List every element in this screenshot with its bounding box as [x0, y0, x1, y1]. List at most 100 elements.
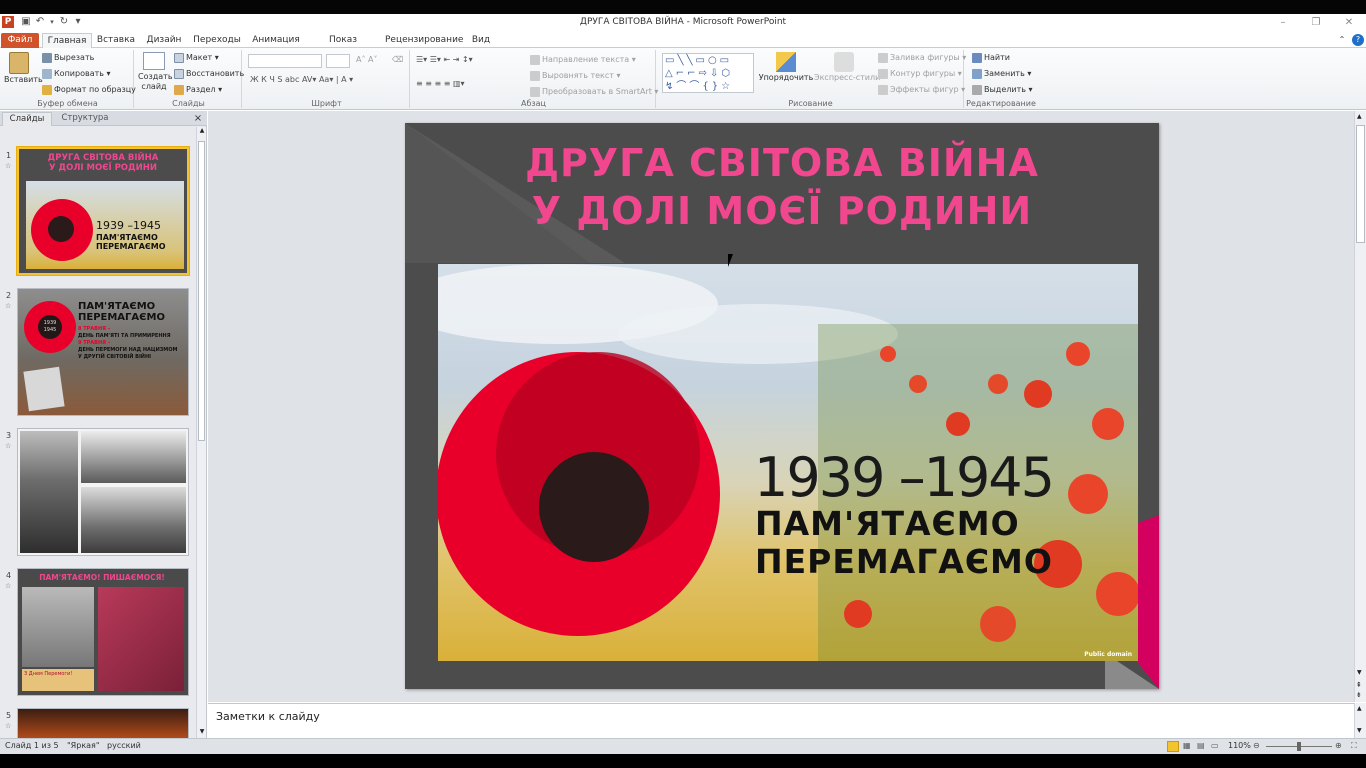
help-icon[interactable]: ?	[1352, 34, 1364, 46]
scroll-down-icon[interactable]: ▼	[1357, 669, 1362, 676]
format-painter-button[interactable]: Формат по образцу	[42, 84, 136, 96]
copy-button[interactable]: Копировать ▾	[42, 68, 111, 80]
top-black-bar	[0, 0, 1366, 14]
list-icons[interactable]: ☰▾ ☰▾ ⇤ ⇥ ↕▾	[416, 54, 473, 66]
reset-button[interactable]: Восстановить	[174, 68, 244, 80]
scroll-down-icon[interactable]: ▼	[198, 728, 206, 738]
zoom-slider-thumb[interactable]	[1297, 742, 1301, 751]
slide-thumbnail-4[interactable]: ПАМ'ЯТАЄМО! ПИШАЄМОСЯ! З Днем Перемоги!	[17, 568, 189, 696]
tab-animation[interactable]: Анимация	[250, 33, 302, 48]
notes-scrollbar[interactable]: ▲ ▼	[1354, 703, 1366, 738]
slide-sorter-icon[interactable]: ▦	[1183, 741, 1191, 750]
slide-thumbnail-2[interactable]: 1939 1945 ПАМ'ЯТАЄМО ПЕРЕМАГАЄМО 8 ТРАВНЯ…	[17, 288, 189, 416]
tab-file[interactable]: Файл	[1, 33, 39, 48]
slide-canvas[interactable]: ДРУГА СВІТОВА ВІЙНА У ДОЛІ МОЄЇ РОДИНИ 1…	[405, 123, 1159, 689]
arrange-button[interactable]: Упорядочить	[758, 52, 814, 84]
slide-editing-area: ДРУГА СВІТОВА ВІЙНА У ДОЛІ МОЄЇ РОДИНИ 1…	[208, 111, 1354, 702]
section-label: Раздел	[186, 85, 216, 94]
next-slide-icon[interactable]: ⇟	[1356, 691, 1362, 699]
smartart-icon	[530, 86, 540, 97]
find-button[interactable]: Найти	[972, 52, 1010, 64]
tab-review[interactable]: Рецензирование	[385, 33, 463, 48]
tab-view[interactable]: Вид	[469, 33, 493, 48]
normal-view-icon[interactable]	[1167, 741, 1179, 752]
thumb4-title: ПАМ'ЯТАЄМО! ПИШАЄМОСЯ!	[39, 573, 165, 582]
tab-design[interactable]: Дизайн	[143, 33, 185, 48]
cut-button[interactable]: Вырезать	[42, 52, 94, 64]
paste-button[interactable]: Вставить	[4, 52, 43, 86]
slide-title-line1[interactable]: ДРУГА СВІТОВА ВІЙНА	[405, 141, 1159, 185]
align-icons[interactable]: ≡ ≡ ≡ ≡ ▥▾	[416, 78, 465, 90]
title-bar: P ▣ ↶ ▾ ↻ ▾ ДРУГА СВІТОВА ВІЙНА - Micros…	[0, 14, 1366, 32]
shape-outline-button[interactable]: Контур фигуры ▾	[878, 68, 962, 80]
shape-effects-button[interactable]: Эффекты фигур ▾	[878, 84, 965, 96]
slide-title-line2[interactable]: У ДОЛІ МОЄЇ РОДИНИ	[405, 189, 1159, 233]
prev-slide-icon[interactable]: ⇞	[1356, 681, 1362, 689]
close-panel-icon[interactable]: ×	[192, 112, 204, 126]
minimize-ribbon-icon[interactable]: ⌃	[1336, 33, 1348, 48]
find-label: Найти	[984, 53, 1010, 62]
scroll-thumb[interactable]	[1356, 125, 1365, 243]
slide-vertical-scrollbar[interactable]: ▲ ▼ ⇞ ⇟	[1354, 111, 1366, 702]
outline-icon	[878, 68, 888, 79]
slide-thumbnail-3[interactable]	[17, 428, 189, 556]
thumb3-war-photo-1	[81, 431, 186, 483]
clear-format-icon[interactable]: ⌫	[392, 54, 403, 66]
font-format-icons[interactable]: Ж К Ч S abc AV▾ Aa▾ | A ▾	[250, 74, 353, 86]
slides-panel-scrollbar[interactable]: ▲ ▼	[196, 127, 206, 738]
group-slides: Создать слайд Макет ▾ Восстановить Разде…	[136, 50, 244, 108]
arrange-icon	[776, 52, 796, 72]
layout-button[interactable]: Макет ▾	[174, 52, 219, 64]
scroll-down-icon[interactable]: ▼	[1357, 727, 1362, 734]
slide-slogan-line2[interactable]: ПЕРЕМАГАЄМО	[755, 542, 1053, 581]
smartart-button[interactable]: Преобразовать в SmartArt ▾	[530, 86, 658, 98]
replace-button[interactable]: Заменить ▾	[972, 68, 1031, 80]
slide-number: 5	[6, 711, 12, 720]
notes-placeholder[interactable]: Заметки к слайду	[216, 710, 320, 723]
slide-slogan-line1[interactable]: ПАМ'ЯТАЄМО	[755, 504, 1020, 543]
scroll-thumb[interactable]	[198, 141, 205, 441]
align-text-button[interactable]: Выровнять текст ▾	[530, 70, 621, 82]
scroll-up-icon[interactable]: ▲	[1357, 705, 1362, 712]
paste-label: Вставить	[4, 75, 43, 84]
tab-home[interactable]: Главная	[42, 33, 92, 49]
ribbon-tabs: Файл Главная Вставка Дизайн Переходы Ани…	[0, 32, 1366, 59]
select-button[interactable]: Выделить ▾	[972, 84, 1033, 96]
grow-font-icon[interactable]: A˄ A˅	[356, 54, 378, 66]
tab-insert[interactable]: Вставка	[96, 33, 136, 48]
tab-slides[interactable]: Слайды	[2, 112, 52, 126]
align-text-label: Выровнять текст	[542, 71, 614, 80]
zoom-level[interactable]: 110%	[1228, 741, 1251, 750]
tab-slideshow[interactable]: Показ слайдов	[309, 33, 377, 59]
reading-view-icon[interactable]: ▤	[1197, 741, 1205, 750]
tab-transitions[interactable]: Переходы	[193, 33, 241, 48]
section-button[interactable]: Раздел ▾	[174, 84, 222, 96]
minimize-button[interactable]: –	[1268, 16, 1298, 30]
scroll-up-icon[interactable]: ▲	[198, 127, 206, 137]
zoom-in-icon[interactable]: ⊕	[1335, 741, 1342, 750]
status-theme[interactable]: "Яркая"	[67, 741, 100, 750]
font-name-combobox[interactable]	[248, 54, 322, 68]
scroll-up-icon[interactable]: ▲	[1357, 113, 1362, 120]
poppy-field-picture[interactable]: 1939 –1945 ПАМ'ЯТАЄМО ПЕРЕМАГАЄМО Public…	[438, 264, 1138, 661]
slide-thumbnail-1[interactable]: ДРУГА СВІТОВА ВІЙНА У ДОЛІ МОЄЇ РОДИНИ 19…	[17, 147, 189, 275]
tab-outline[interactable]: Структура	[56, 112, 114, 126]
font-size-combobox[interactable]	[326, 54, 350, 68]
zoom-out-icon[interactable]: ⊖	[1253, 741, 1260, 750]
notes-pane[interactable]: Заметки к слайду	[208, 703, 1354, 738]
shape-fill-label: Заливка фигуры	[890, 53, 960, 62]
fit-to-window-icon[interactable]: ⛶	[1351, 741, 1357, 751]
maximize-button[interactable]: ❐	[1301, 16, 1331, 30]
shape-fill-button[interactable]: Заливка фигуры ▾	[878, 52, 966, 64]
slide-thumbnail-5[interactable]	[17, 708, 189, 738]
thumb-slogan: ПАМ'ЯТАЄМО ПЕРЕМАГАЄМО	[96, 233, 166, 251]
shapes-gallery[interactable]: ▭╲╲▭○▭ △⌐⌐⇨⇩⬡ ↯⌒⌒{}☆	[662, 53, 754, 93]
text-direction-button[interactable]: Направление текста ▾	[530, 54, 636, 66]
slide-years[interactable]: 1939 –1945	[754, 446, 1055, 509]
new-slide-button[interactable]: Создать слайд	[138, 52, 173, 92]
status-language[interactable]: русский	[107, 741, 141, 750]
binoculars-icon	[972, 52, 982, 63]
slideshow-view-icon[interactable]: ▭	[1211, 741, 1219, 750]
close-button[interactable]: ✕	[1334, 16, 1364, 30]
quick-styles-button[interactable]: Экспресс-стили	[814, 52, 880, 84]
